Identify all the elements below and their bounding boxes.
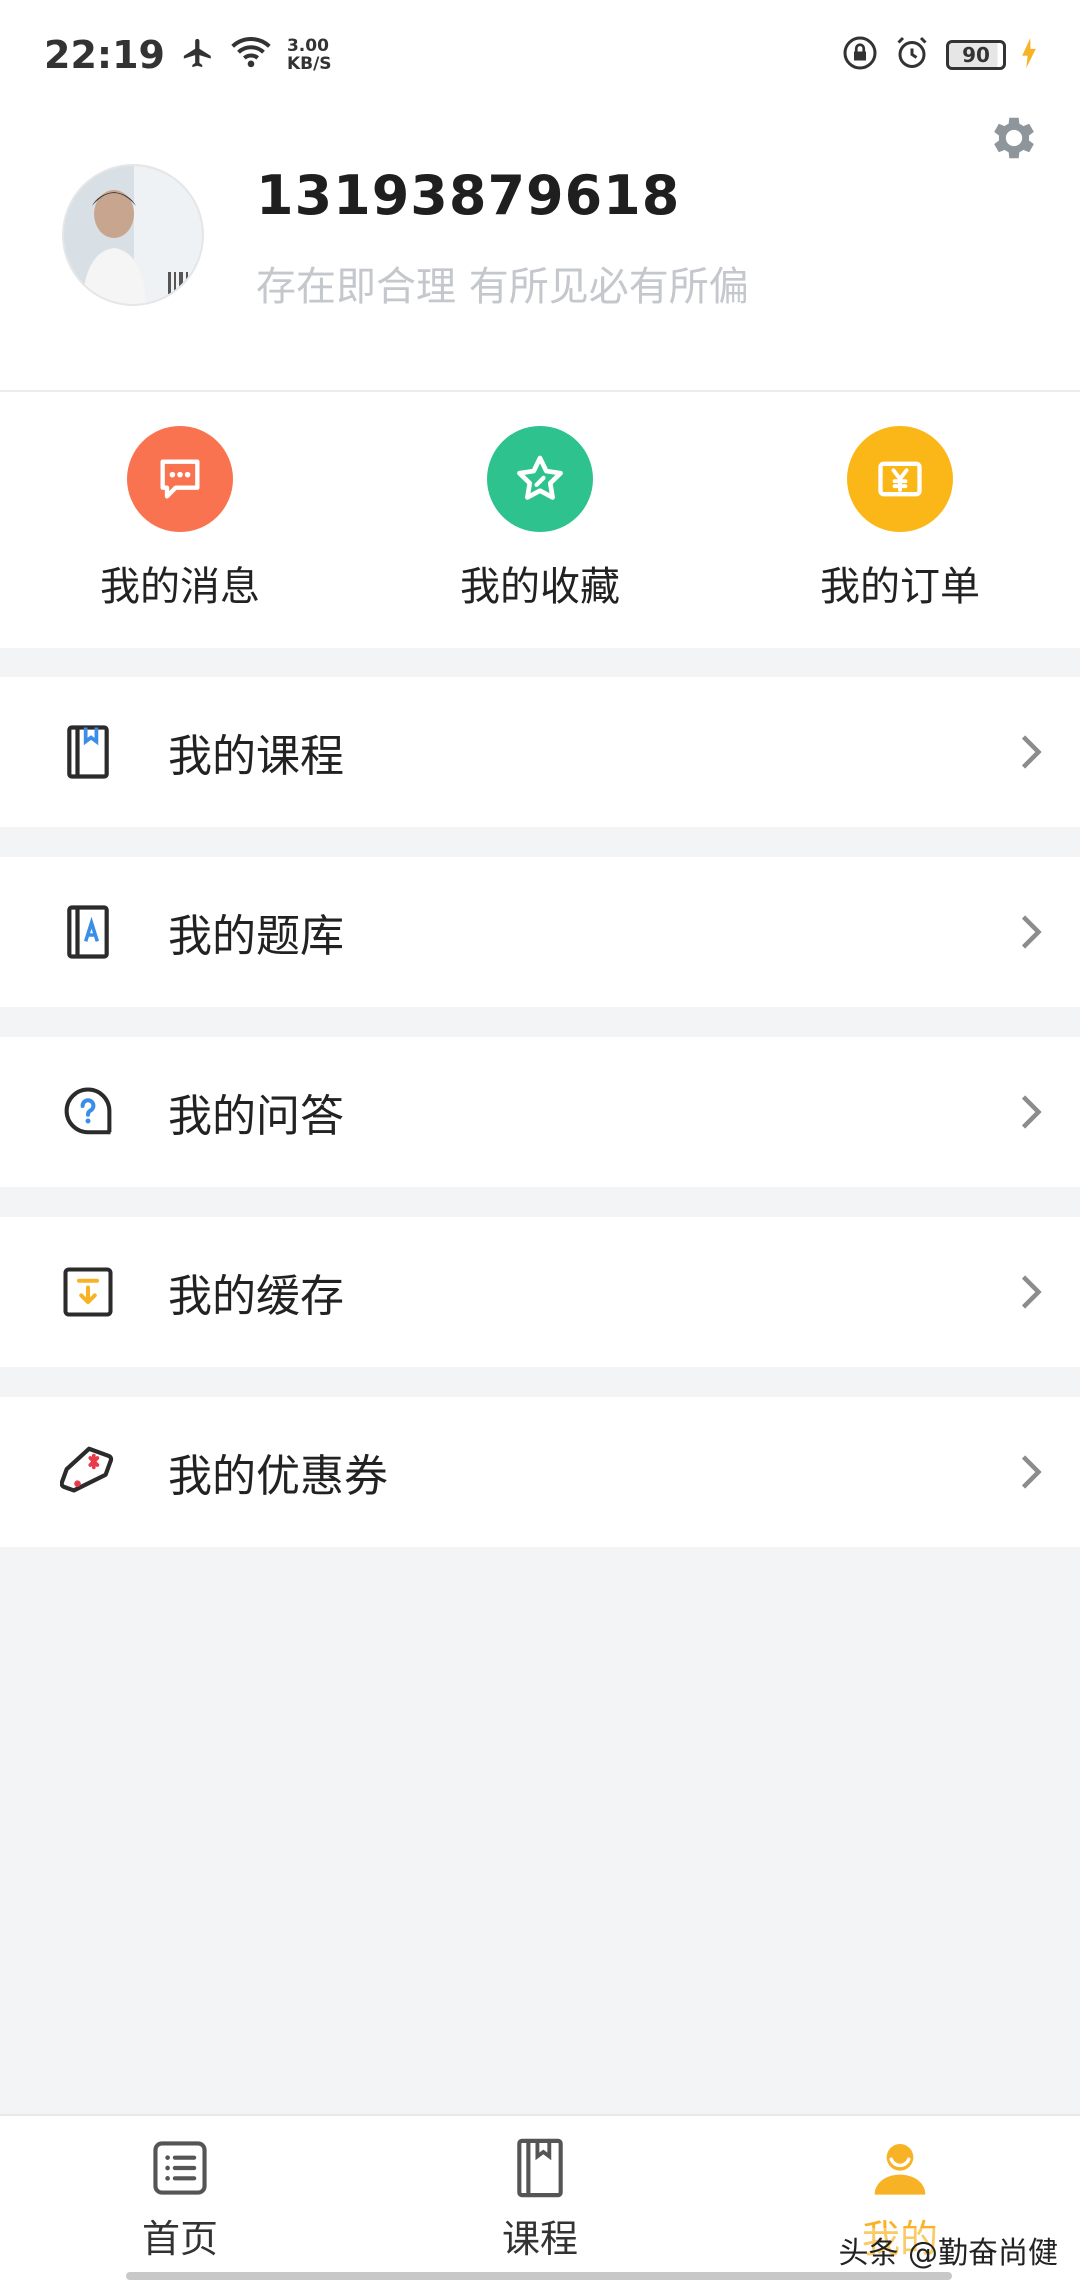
coupon-icon [60,1444,116,1500]
lock-rotation-icon [842,35,878,75]
quick-action-label: 我的收藏 [460,564,620,610]
chevron-right-icon [1016,1272,1046,1312]
menu-item-label: 我的题库 [168,911,344,962]
nav-tab-label: 课程 [501,2217,578,2261]
quick-action-messages[interactable]: 我的消息 [0,392,360,648]
network-speed: 3.00 KB/S [287,37,332,73]
status-time: 22:19 [44,33,165,77]
network-speed-value: 3.00 [286,36,329,56]
menu-item-label: 我的优惠券 [168,1451,388,1502]
airplane-icon [181,36,215,74]
menu-item-label: 我的缓存 [168,1271,344,1322]
watermark: 头条 @勤奋尚健 [838,2228,1058,2272]
nav-tab-home[interactable]: 首页 [0,2116,360,2280]
quick-action-label: 我的订单 [820,564,980,610]
avatar[interactable] [62,164,204,306]
battery-level: 90 [962,43,990,67]
message-icon [127,426,233,532]
menu-item-label: 我的问答 [168,1091,344,1142]
yen-order-icon [847,426,953,532]
question-bank-icon [60,904,116,960]
chevron-right-icon [1016,1092,1046,1132]
status-left: 22:19 3.00 KB/S [44,33,332,77]
settings-gear-icon[interactable] [986,110,1042,166]
nav-tab-courses[interactable]: 课程 [360,2116,720,2280]
menu-item-coupons[interactable]: 我的优惠券 [0,1397,1080,1547]
chevron-right-icon [1016,912,1046,952]
profile-motto: 存在即合理 有所见必有所偏 [256,264,749,310]
status-right: 90 [842,35,1036,75]
network-speed-unit: KB/S [286,54,332,74]
profile-header: 13193879618 存在即合理 有所见必有所偏 [0,110,1080,392]
username: 13193879618 [256,164,681,227]
question-bubble-icon [60,1084,116,1140]
menu-item-label: 我的课程 [168,731,344,782]
quick-action-orders[interactable]: 我的订单 [720,392,1080,648]
menu-item-qa[interactable]: 我的问答 [0,1037,1080,1187]
quick-actions: 我的消息 我的收藏 我的订单 [0,392,1080,648]
star-icon [487,426,593,532]
user-icon [868,2136,932,2200]
battery-indicator: 90 [946,40,1006,70]
download-cache-icon [60,1264,116,1320]
alarm-icon [894,35,930,75]
nav-tab-label: 首页 [141,2217,218,2261]
quick-action-label: 我的消息 [100,564,260,610]
chevron-right-icon [1016,732,1046,772]
chevron-right-icon [1016,1452,1046,1492]
bottom-navigation: 首页 课程 我的 头条 @勤奋尚健 [0,2114,1080,2280]
menu-list: 我的课程 我的题库 我的问答 我的缓存 我的优惠券 [0,677,1080,1577]
menu-item-question-bank[interactable]: 我的题库 [0,857,1080,1007]
menu-item-cache[interactable]: 我的缓存 [0,1217,1080,1367]
home-list-icon [148,2136,212,2200]
quick-action-favorites[interactable]: 我的收藏 [360,392,720,648]
menu-item-my-courses[interactable]: 我的课程 [0,677,1080,827]
wifi-icon [231,36,271,74]
system-home-bar[interactable] [126,2272,952,2280]
course-book-icon [60,724,116,780]
status-bar: 22:19 3.00 KB/S 90 [0,0,1080,110]
charging-icon [1022,38,1036,72]
course-book-icon [508,2136,572,2200]
